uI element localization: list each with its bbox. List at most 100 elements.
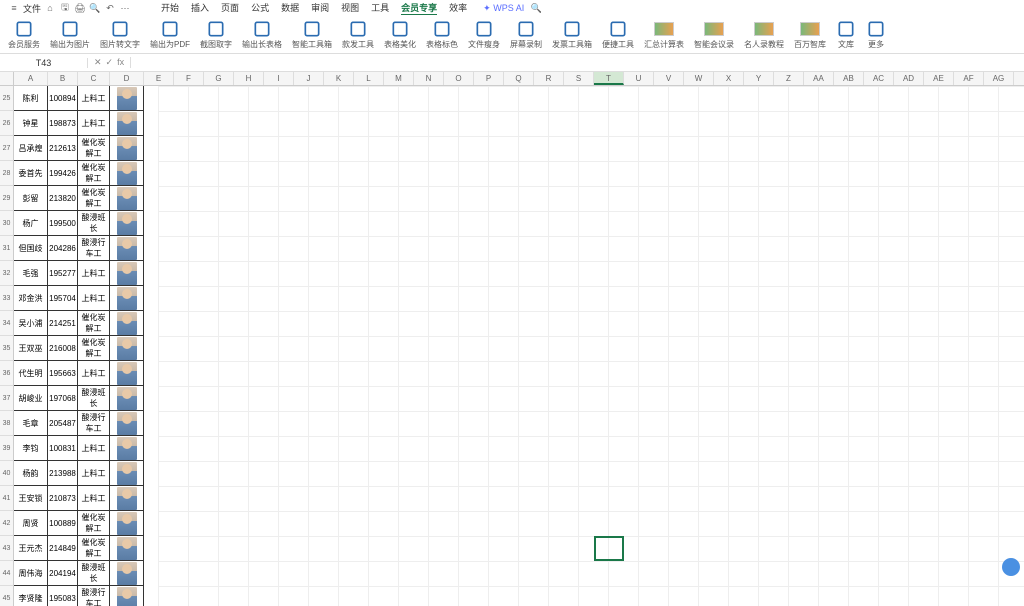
- col-header-W[interactable]: W: [684, 72, 714, 85]
- cell[interactable]: 催化炭解工: [78, 536, 110, 561]
- col-header-A[interactable]: A: [14, 72, 48, 85]
- menu-tab-2[interactable]: 页面: [221, 1, 239, 15]
- cell[interactable]: 上料工: [78, 486, 110, 511]
- photo-cell[interactable]: [110, 111, 144, 136]
- col-header-V[interactable]: V: [654, 72, 684, 85]
- photo-cell[interactable]: [110, 361, 144, 386]
- col-header-R[interactable]: R: [534, 72, 564, 85]
- cancel-icon[interactable]: ✕: [94, 57, 102, 68]
- col-header-T[interactable]: T: [594, 72, 624, 85]
- col-header-P[interactable]: P: [474, 72, 504, 85]
- ribbon-famous[interactable]: 名人录教程: [744, 19, 784, 50]
- cell[interactable]: 205487: [48, 411, 78, 436]
- cell[interactable]: 上料工: [78, 86, 110, 111]
- row-header-45[interactable]: 45: [0, 586, 14, 606]
- menu-icon[interactable]: ≡: [8, 2, 20, 14]
- row-header-33[interactable]: 33: [0, 286, 14, 311]
- cell[interactable]: 100894: [48, 86, 78, 111]
- cell[interactable]: 酸浸班长: [78, 561, 110, 586]
- print-icon[interactable]: 🖨: [74, 2, 86, 14]
- col-header-H[interactable]: H: [234, 72, 264, 85]
- undo-icon[interactable]: ↶: [104, 2, 116, 14]
- ribbon-pdf[interactable]: 输出为PDF: [150, 19, 190, 50]
- cell[interactable]: 杨韵: [14, 461, 48, 486]
- cell[interactable]: 王元杰: [14, 536, 48, 561]
- row-header-26[interactable]: 26: [0, 111, 14, 136]
- cell[interactable]: 催化炭解工: [78, 336, 110, 361]
- cell[interactable]: 但国歧: [14, 236, 48, 261]
- cell[interactable]: 李贤隆: [14, 586, 48, 606]
- row-header-40[interactable]: 40: [0, 461, 14, 486]
- sheet-area[interactable]: ABCDEFGHIJKLMNOPQRSTUVWXYZAAABACADAEAFAG…: [0, 72, 1024, 606]
- cell[interactable]: 210873: [48, 486, 78, 511]
- save-icon[interactable]: 🖫: [59, 2, 71, 14]
- menu-tab-5[interactable]: 审阅: [311, 1, 329, 15]
- wps-ai-button[interactable]: ✦ WPS AI: [483, 3, 524, 14]
- photo-cell[interactable]: [110, 436, 144, 461]
- cell[interactable]: 216008: [48, 336, 78, 361]
- col-header-D[interactable]: D: [110, 72, 144, 85]
- cell[interactable]: 212613: [48, 136, 78, 161]
- grid-cells[interactable]: 陈利100894上料工钟星198873上料工吕承煌212613催化炭解工委首先1…: [14, 86, 1024, 606]
- photo-cell[interactable]: [110, 561, 144, 586]
- cell[interactable]: 催化炭解工: [78, 136, 110, 161]
- col-header-F[interactable]: F: [174, 72, 204, 85]
- photo-cell[interactable]: [110, 86, 144, 111]
- menu-tab-4[interactable]: 数据: [281, 1, 299, 15]
- cell[interactable]: 199500: [48, 211, 78, 236]
- cell[interactable]: 吴小浦: [14, 311, 48, 336]
- row-header-30[interactable]: 30: [0, 211, 14, 236]
- col-header-L[interactable]: L: [354, 72, 384, 85]
- cell[interactable]: 杨广: [14, 211, 48, 236]
- cell[interactable]: 上料工: [78, 261, 110, 286]
- cell[interactable]: 催化炭解工: [78, 161, 110, 186]
- cell[interactable]: 214251: [48, 311, 78, 336]
- cell[interactable]: 吕承煌: [14, 136, 48, 161]
- cell[interactable]: 毛强: [14, 261, 48, 286]
- menu-tab-0[interactable]: 开始: [161, 1, 179, 15]
- photo-cell[interactable]: [110, 336, 144, 361]
- ribbon-beautify[interactable]: 表格美化: [384, 19, 416, 50]
- menu-tab-8[interactable]: 会员专享: [401, 1, 437, 15]
- row-header-44[interactable]: 44: [0, 561, 14, 586]
- cell[interactable]: 199426: [48, 161, 78, 186]
- row-header-38[interactable]: 38: [0, 411, 14, 436]
- row-header-27[interactable]: 27: [0, 136, 14, 161]
- row-header-41[interactable]: 41: [0, 486, 14, 511]
- cell[interactable]: 195083: [48, 586, 78, 606]
- col-header-AF[interactable]: AF: [954, 72, 984, 85]
- cell[interactable]: 催化炭解工: [78, 311, 110, 336]
- ribbon-more[interactable]: 更多: [866, 19, 886, 50]
- row-header-25[interactable]: 25: [0, 86, 14, 111]
- cell[interactable]: 陈利: [14, 86, 48, 111]
- cell[interactable]: 213988: [48, 461, 78, 486]
- ribbon-record[interactable]: 屏幕录制: [510, 19, 542, 50]
- cell[interactable]: 酸浸班长: [78, 386, 110, 411]
- cell[interactable]: 酸浸行车工: [78, 586, 110, 606]
- cell[interactable]: 195277: [48, 261, 78, 286]
- ribbon-invoice[interactable]: 发票工具箱: [552, 19, 592, 50]
- row-header-28[interactable]: 28: [0, 161, 14, 186]
- ribbon-screenshot[interactable]: 截图取字: [200, 19, 232, 50]
- photo-cell[interactable]: [110, 586, 144, 606]
- photo-cell[interactable]: [110, 286, 144, 311]
- col-header-G[interactable]: G: [204, 72, 234, 85]
- col-header-AB[interactable]: AB: [834, 72, 864, 85]
- row-header-32[interactable]: 32: [0, 261, 14, 286]
- cell[interactable]: 王双巫: [14, 336, 48, 361]
- cell[interactable]: 204194: [48, 561, 78, 586]
- cell[interactable]: 周伟海: [14, 561, 48, 586]
- col-header-Q[interactable]: Q: [504, 72, 534, 85]
- row-header-35[interactable]: 35: [0, 336, 14, 361]
- row-header-36[interactable]: 36: [0, 361, 14, 386]
- cell[interactable]: 催化炭解工: [78, 186, 110, 211]
- photo-cell[interactable]: [110, 511, 144, 536]
- photo-cell[interactable]: [110, 161, 144, 186]
- col-header-K[interactable]: K: [324, 72, 354, 85]
- photo-cell[interactable]: [110, 386, 144, 411]
- cell[interactable]: 酸浸行车工: [78, 411, 110, 436]
- row-header-42[interactable]: 42: [0, 511, 14, 536]
- cell[interactable]: 周贤: [14, 511, 48, 536]
- row-header-34[interactable]: 34: [0, 311, 14, 336]
- cell[interactable]: 214849: [48, 536, 78, 561]
